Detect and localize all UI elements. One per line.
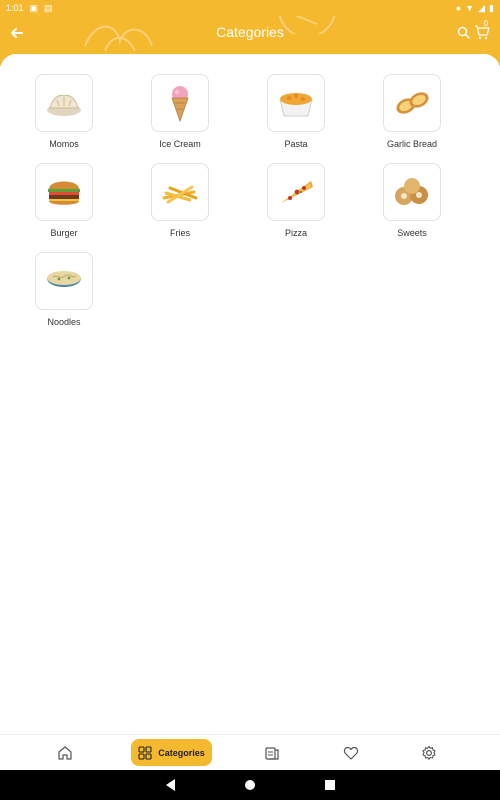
nav-categories[interactable]: Categories — [131, 739, 212, 766]
category-label: Sweets — [397, 228, 427, 238]
noodles-icon — [47, 271, 81, 287]
category-tile[interactable] — [35, 252, 93, 310]
cart-count-badge: 0 — [483, 19, 488, 28]
sd-card-icon: ▤ — [44, 2, 53, 13]
momos-icon — [47, 94, 81, 116]
category-label: Fries — [170, 228, 190, 238]
favorites-icon — [343, 746, 359, 760]
sweets-icon — [395, 178, 428, 205]
pasta-icon — [279, 93, 313, 117]
status-time: 1:01 — [6, 3, 24, 13]
category-garlic-bread[interactable]: Garlic Bread — [354, 74, 470, 149]
system-home-icon[interactable] — [244, 778, 256, 792]
system-back-icon[interactable] — [164, 778, 176, 792]
category-label: Momos — [49, 139, 79, 149]
category-tile[interactable] — [267, 163, 325, 221]
settings-icon — [422, 745, 436, 760]
fries-icon — [162, 185, 198, 204]
category-label: Ice Cream — [159, 139, 201, 149]
system-nav-bar — [0, 770, 500, 800]
category-label: Noodles — [47, 317, 81, 327]
category-ice-cream[interactable]: Ice Cream — [122, 74, 238, 149]
bottom-nav: Categories — [0, 734, 500, 771]
category-tile[interactable] — [151, 163, 209, 221]
category-fries[interactable]: Fries — [122, 163, 238, 238]
category-momos[interactable]: Momos — [6, 74, 122, 149]
category-pasta[interactable]: Pasta — [238, 74, 354, 149]
nav-favorites[interactable] — [341, 743, 361, 763]
page-title: Categories — [216, 24, 284, 40]
category-tile[interactable] — [383, 163, 441, 221]
category-grid: Momos Ice Cream Pasta Garlic Bread Burge… — [6, 74, 494, 327]
category-noodles[interactable]: Noodles — [6, 252, 122, 327]
search-icon[interactable] — [457, 26, 470, 39]
signal-icon: ◢ — [478, 2, 486, 13]
nav-home[interactable] — [55, 743, 75, 763]
nav-categories-label: Categories — [158, 747, 205, 758]
category-sweets[interactable]: Sweets — [354, 163, 470, 238]
category-label: Pasta — [284, 139, 308, 149]
battery-icon: ▮ — [489, 2, 494, 13]
home-icon — [58, 746, 72, 760]
system-recents-icon[interactable] — [324, 778, 336, 792]
category-burger[interactable]: Burger — [6, 163, 122, 238]
category-label: Burger — [50, 228, 78, 238]
orders-icon — [265, 747, 279, 760]
pizza-icon — [281, 181, 313, 203]
garlic-bread-icon — [396, 92, 429, 114]
nav-settings[interactable] — [419, 743, 439, 763]
category-tile[interactable] — [267, 74, 325, 132]
burger-icon — [48, 181, 80, 205]
categories-icon — [138, 745, 152, 760]
category-tile[interactable] — [35, 163, 93, 221]
category-tile[interactable] — [35, 74, 93, 132]
location-icon: ● — [455, 3, 462, 13]
wifi-icon: ▼ — [465, 3, 475, 13]
nav-orders[interactable] — [262, 743, 282, 763]
category-tile[interactable] — [383, 74, 441, 132]
categories-panel: Momos Ice Cream Pasta Garlic Bread Burge… — [0, 54, 500, 734]
category-tile[interactable] — [151, 74, 209, 132]
category-pizza[interactable]: Pizza — [238, 163, 354, 238]
ice-cream-icon — [171, 86, 189, 122]
status-bar: 1:01 ▣ ▤ ● ▼ ◢ ▮ — [0, 0, 500, 16]
notification-icon: ▣ — [29, 2, 39, 13]
category-label: Garlic Bread — [386, 139, 438, 149]
category-label: Pizza — [284, 228, 307, 238]
